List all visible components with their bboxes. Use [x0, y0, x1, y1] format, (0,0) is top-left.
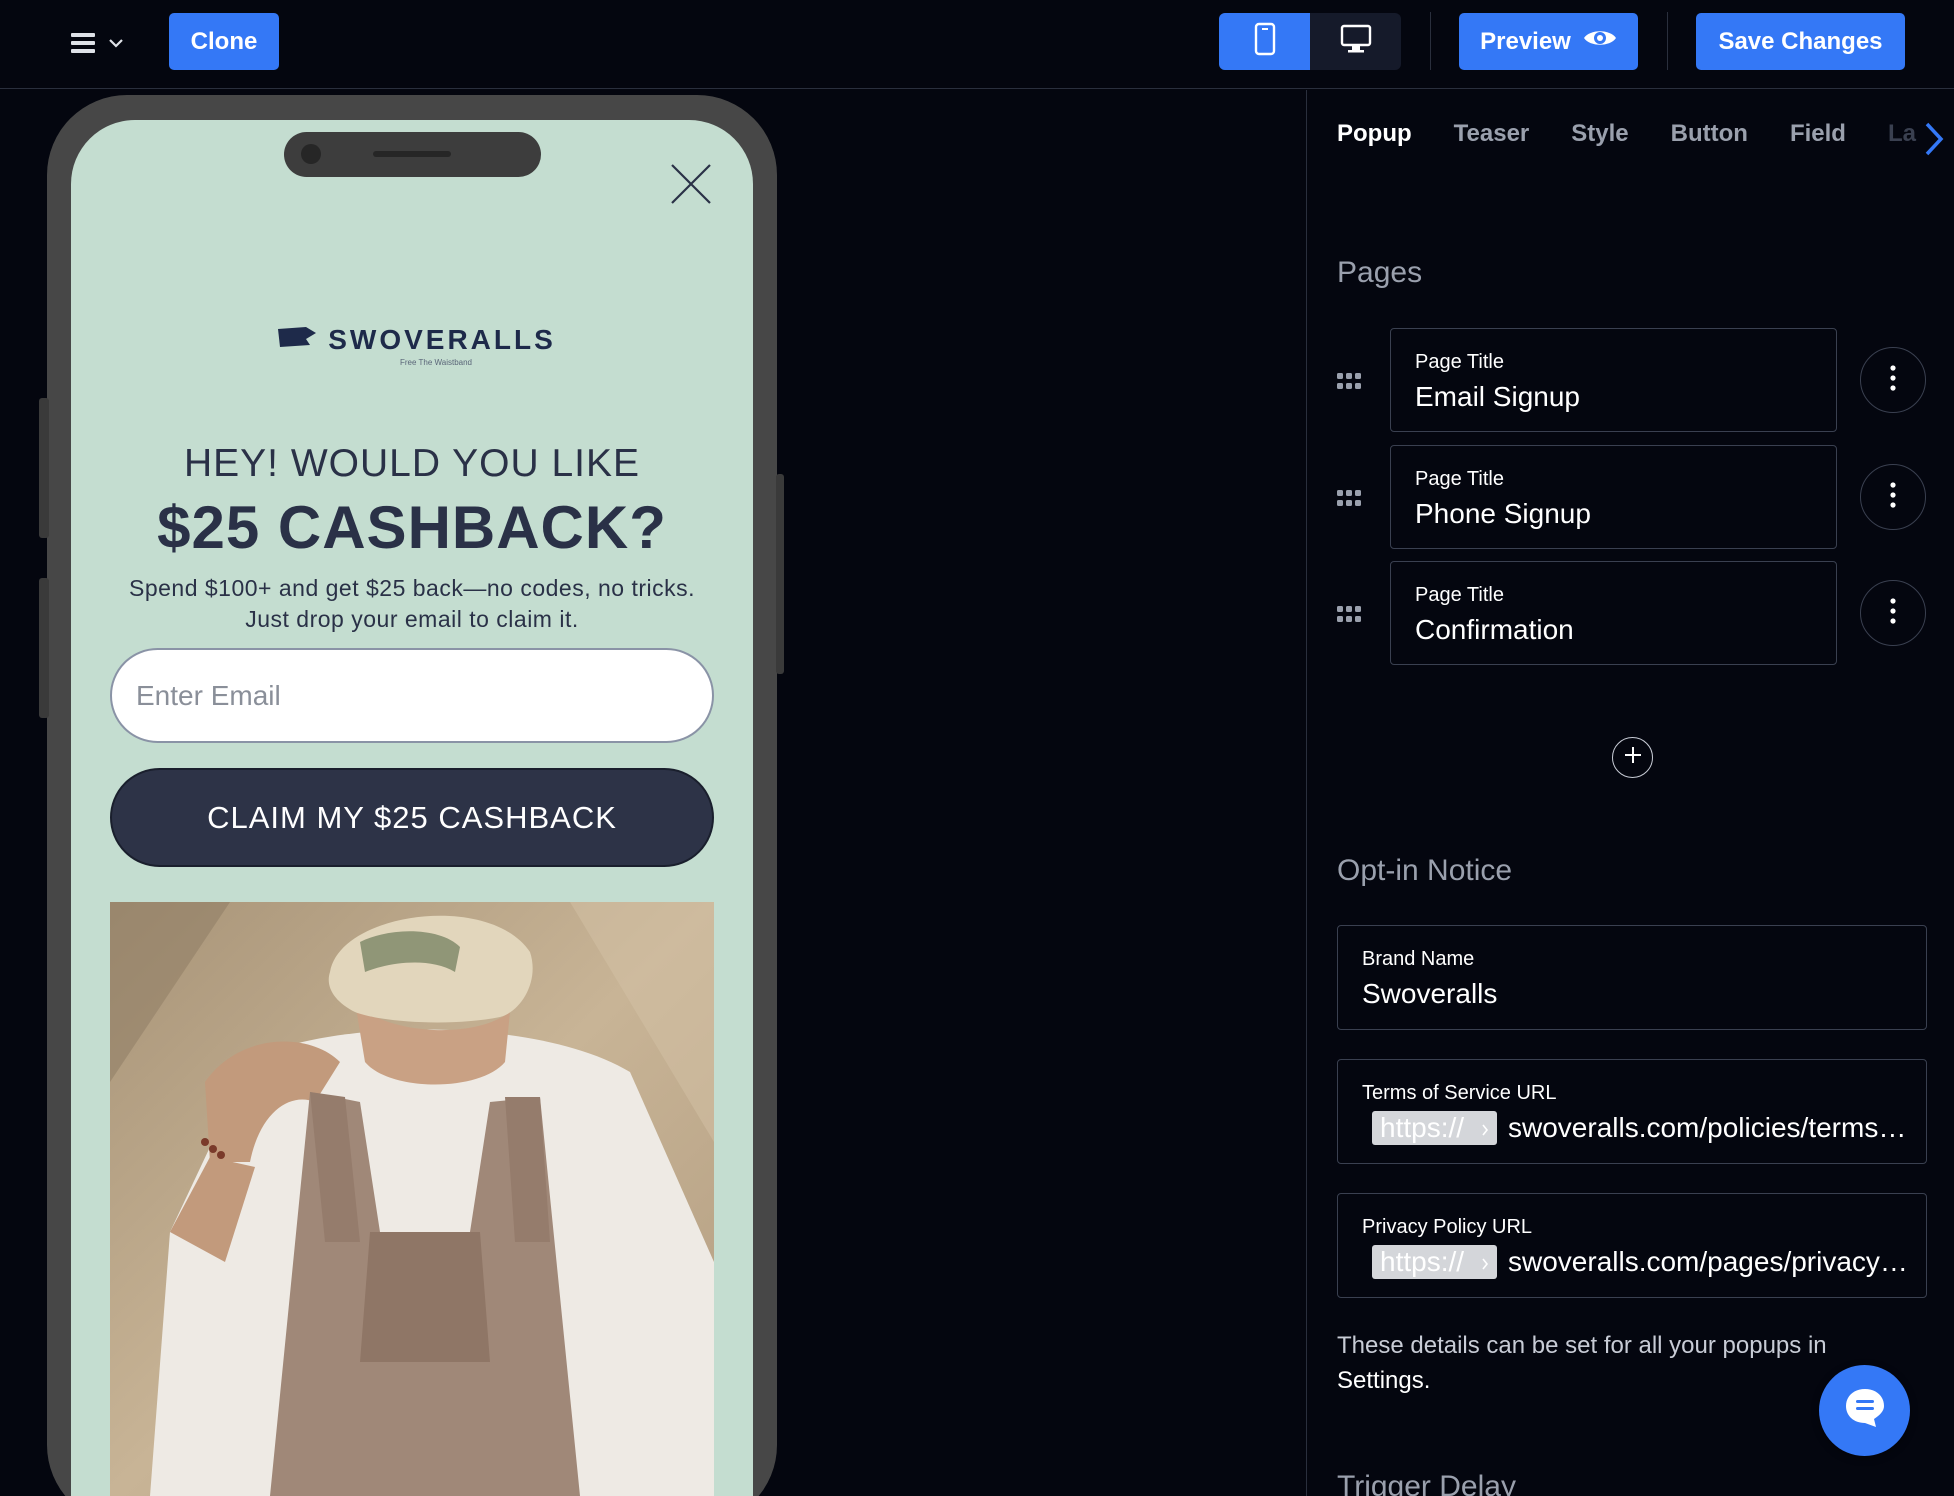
close-icon — [669, 164, 713, 210]
page-title-field[interactable]: Page Title Confirmation — [1390, 561, 1837, 665]
clone-button[interactable]: Clone — [169, 13, 279, 70]
brand-logo-text: SWOVERALLS — [328, 323, 556, 355]
page-title-field[interactable]: Page Title Phone Signup — [1390, 445, 1837, 549]
brand-name-field[interactable]: Brand Name Swoveralls — [1337, 925, 1927, 1030]
add-page-button[interactable] — [1612, 737, 1653, 778]
chevron-right-icon — [1917, 122, 1947, 164]
field-label: Page Title — [1415, 351, 1504, 373]
settings-link[interactable]: Settings. — [1337, 1367, 1430, 1394]
privacy-policy-url-field[interactable]: Privacy Policy URL https:// swoveralls.c… — [1337, 1193, 1927, 1298]
url-protocol-value: https:// — [1380, 1246, 1465, 1277]
plus-icon — [1623, 745, 1643, 770]
optin-section-title: Opt-in Notice — [1337, 854, 1513, 887]
phone-speaker — [373, 151, 451, 157]
url-protocol-select[interactable]: https:// — [1372, 1245, 1497, 1279]
chevron-down-icon — [108, 38, 124, 48]
toolbar-divider — [1667, 12, 1668, 70]
page-title-field[interactable]: Page Title Email Signup — [1390, 328, 1837, 432]
save-changes-button[interactable]: Save Changes — [1696, 13, 1905, 70]
drag-handle-icon[interactable] — [1337, 490, 1363, 508]
tabs-scroll-right-button[interactable] — [1917, 118, 1947, 160]
more-vertical-icon — [1890, 597, 1896, 629]
popup-body-line: Spend $100+ and get $25 back—no codes, n… — [128, 575, 695, 601]
popup-body-text: Spend $100+ and get $25 back—no codes, n… — [101, 573, 723, 635]
more-vertical-icon — [1890, 364, 1896, 396]
phone-notch — [284, 132, 541, 177]
url-protocol-select[interactable]: https:// — [1372, 1111, 1497, 1145]
drag-handle-icon[interactable] — [1337, 606, 1363, 624]
popup-headline-top: HEY! WOULD YOU LIKE — [183, 442, 641, 485]
popup-preview: SWOVERALLS Free The Waistband HEY! WOULD… — [71, 120, 753, 1496]
field-label: Privacy Policy URL — [1362, 1216, 1533, 1238]
terms-of-service-url-field[interactable]: Terms of Service URL https:// swoveralls… — [1337, 1059, 1927, 1164]
menu-dropdown[interactable] — [70, 28, 134, 58]
page-options-button[interactable] — [1860, 580, 1926, 646]
support-chat-button[interactable] — [1819, 1365, 1910, 1456]
mobile-phone-icon — [1254, 22, 1276, 61]
desktop-view-button[interactable] — [1310, 13, 1401, 70]
device-toggle — [1219, 13, 1401, 70]
tab-teaser[interactable]: Teaser — [1454, 120, 1530, 148]
page-options-button[interactable] — [1860, 464, 1926, 530]
phone-side-button — [39, 578, 49, 718]
menu-list-icon — [70, 32, 96, 54]
preview-button[interactable]: Preview — [1459, 13, 1638, 70]
page-options-button[interactable] — [1860, 347, 1926, 413]
more-vertical-icon — [1890, 481, 1896, 513]
brand-logo: SWOVERALLS Free The Waistband — [221, 300, 611, 390]
url-protocol-value: https:// — [1380, 1112, 1465, 1143]
url-value: swoveralls.com/policies/terms-of-service — [1508, 1112, 1908, 1143]
trigger-delay-section-title: Trigger Delay — [1337, 1470, 1516, 1496]
chat-icon — [1842, 1385, 1888, 1436]
phone-power-button — [776, 474, 784, 674]
field-label: Page Title — [1415, 468, 1504, 490]
pages-section-title: Pages — [1337, 256, 1423, 289]
toolbar-divider — [1430, 12, 1431, 70]
tab-button[interactable]: Button — [1671, 120, 1748, 148]
popup-close-button[interactable] — [669, 162, 713, 206]
drag-handle-icon[interactable] — [1337, 373, 1363, 391]
tab-layout[interactable]: La — [1888, 120, 1916, 148]
panel-tabs: Popup Teaser Style Button Field La — [1337, 120, 1916, 148]
chevron-right-icon — [1481, 1246, 1489, 1278]
top-toolbar: Clone Preview Save Changes — [0, 0, 1954, 89]
url-value: swoveralls.com/pages/privacy-policy — [1508, 1246, 1908, 1277]
field-value: Phone Signup — [1415, 498, 1591, 529]
field-value: Email Signup — [1415, 381, 1580, 412]
claim-cashback-button[interactable]: CLAIM MY $25 CASHBACK — [110, 768, 714, 867]
popup-body-line: Just drop your email to claim it. — [245, 606, 579, 632]
field-label: Brand Name — [1362, 948, 1475, 970]
field-label: Page Title — [1415, 584, 1504, 606]
field-value: Confirmation — [1415, 614, 1574, 645]
field-label: Terms of Service URL — [1362, 1082, 1557, 1104]
tab-popup[interactable]: Popup — [1337, 120, 1412, 148]
settings-panel: Popup Teaser Style Button Field La Pages… — [1306, 90, 1954, 1496]
tab-field[interactable]: Field — [1790, 120, 1846, 148]
preview-label: Preview — [1480, 27, 1571, 55]
phone-camera — [301, 144, 321, 164]
eye-icon — [1583, 27, 1617, 56]
tab-style[interactable]: Style — [1571, 120, 1628, 148]
settings-note-text: These details can be set for all your po… — [1337, 1332, 1827, 1359]
popup-headline-main: $25 CASHBACK? — [157, 494, 667, 561]
flag-logo-icon — [276, 325, 318, 354]
phone-side-button — [39, 398, 49, 538]
brand-tagline: Free The Waistband — [399, 357, 473, 367]
desktop-monitor-icon — [1340, 24, 1372, 59]
popup-hero-image — [110, 902, 714, 1496]
field-value: Swoveralls — [1362, 978, 1498, 1009]
email-field[interactable] — [110, 648, 714, 743]
mobile-view-button[interactable] — [1219, 13, 1310, 70]
settings-note: These details can be set for all your po… — [1337, 1328, 1897, 1398]
chevron-right-icon — [1481, 1112, 1489, 1144]
